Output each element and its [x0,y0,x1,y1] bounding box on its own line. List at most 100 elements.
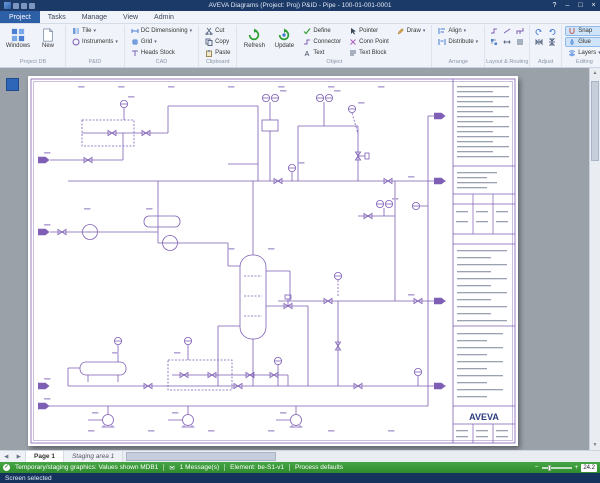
zoom-in-icon[interactable]: + [575,464,579,471]
glue-toggle[interactable]: Glue [565,37,600,47]
drawing-sheet[interactable]: AVEVA [28,76,518,446]
rotate-left-button[interactable] [533,26,545,36]
flip-horizontal-icon [535,38,543,46]
update-button[interactable]: Update [270,26,298,49]
scroll-up-icon[interactable]: ▲ [590,68,600,78]
horizontal-scroll-thumb[interactable] [126,452,276,461]
tab-manage[interactable]: Manage [74,11,115,23]
draw-button[interactable]: Draw ▾ [394,26,429,36]
ribbon-tab-row: Project Tasks Manage View Admin [0,11,600,24]
heads-stock-icon [131,49,139,57]
horizontal-scrollbar[interactable] [123,451,600,462]
window-title: AVEVA Diagrams (Project: Proj) P&ID - Pi… [0,2,600,9]
cut-button[interactable]: Cut [202,26,233,36]
group-label-clipboard: Clipboard [199,58,236,67]
route-style-tree-button[interactable] [514,26,526,36]
maximize-button[interactable]: □ [574,0,587,11]
vertical-scrollbar[interactable]: ▲ ▼ [589,68,600,450]
group-label-layout-routing: Layout & Routing [485,58,529,67]
save-icon[interactable] [13,3,19,9]
route-right-angle-icon [490,27,498,35]
undo-icon[interactable] [21,3,27,9]
group-label-editing: Editing [562,58,600,67]
vertical-scroll-thumb[interactable] [591,81,599,161]
status-defaults: Process defaults [295,464,343,471]
next-page-icon[interactable]: ▶ [17,454,21,460]
route-style-right-angle-button[interactable] [488,26,500,36]
distribute-label: Distribute [448,39,473,45]
text-label: Text [313,50,324,56]
dc-dimensioning-button[interactable]: DC Dimensioning ▾ [128,26,195,36]
route-relayout-button[interactable] [488,37,500,47]
draw-label: Draw [407,28,421,34]
status-separator [163,464,164,471]
instruments-button[interactable]: Instruments ▾ [69,37,121,47]
align-button[interactable]: Align ▾ [435,26,481,36]
update-label: Update [275,43,294,49]
text-block-button[interactable]: Text Block [346,48,392,58]
route-style-straight-button[interactable] [501,26,513,36]
close-button[interactable]: × [587,0,600,11]
zoom-slider[interactable] [542,467,572,469]
page-tab-1[interactable]: Page 1 [26,451,64,462]
tab-tasks[interactable]: Tasks [40,11,74,23]
status-check-icon: ✓ [3,464,10,471]
new-button[interactable]: New [34,26,62,49]
route-options-button[interactable] [514,37,526,47]
minimize-button[interactable]: – [561,0,574,11]
ribbon-group-adjust: Adjust [530,25,562,67]
grid-icon [131,38,139,46]
snap-toggle[interactable]: Snap [565,26,600,36]
ribbon-group-arrange: Align ▾ Distribute ▾ Arrange [432,25,485,67]
flip-horizontal-button[interactable] [533,37,545,47]
flip-vertical-icon [548,38,556,46]
grid-button[interactable]: Grid ▾ [128,37,195,47]
conn-point-button[interactable]: Conn Point [346,37,392,47]
distribute-button[interactable]: Distribute ▾ [435,37,481,47]
previous-page-icon[interactable]: ◀ [4,454,8,460]
scroll-down-icon[interactable]: ▼ [590,440,600,450]
paste-button[interactable]: Paste [202,48,233,58]
redo-icon[interactable] [29,3,35,9]
pointer-button[interactable]: Pointer [346,26,392,36]
quick-access-toolbar [0,2,39,9]
messages-count[interactable]: 1 Message(s) [180,464,219,471]
snap-label: Snap [578,28,592,34]
new-label: New [42,43,54,49]
align-label: Align [448,28,461,34]
help-button[interactable]: ? [548,0,561,11]
rotate-right-button[interactable] [546,26,558,36]
windows-label: Windows [6,43,30,49]
app-icon[interactable] [4,2,11,9]
text-button[interactable]: A Text [300,48,344,58]
tile-icon [72,27,80,35]
route-straight-icon [503,27,511,35]
windows-button[interactable]: Windows [4,26,32,49]
messages-icon: ✉ [169,464,174,472]
tab-admin[interactable]: Admin [146,11,182,23]
text-block-icon [349,49,357,57]
selection-status: Screen selected [5,475,52,482]
window-controls: ? – □ × [548,0,600,11]
zoom-out-icon[interactable]: − [535,464,539,471]
refresh-button[interactable]: Refresh [240,26,268,49]
tab-project[interactable]: Project [0,11,40,23]
align-icon [438,27,446,35]
tab-view[interactable]: View [115,11,146,23]
route-spacing-button[interactable] [501,37,513,47]
conn-point-icon [349,38,357,46]
define-button[interactable]: Define [300,26,344,36]
page-tab-staging[interactable]: Staging area 1 [64,451,123,462]
flip-vertical-button[interactable] [546,37,558,47]
tile-button[interactable]: Tile ▾ [69,26,121,36]
copy-button[interactable]: Copy [202,37,233,47]
layers-button[interactable]: Layers ▾ [565,48,600,58]
ribbon-group-clipboard: Cut Copy Paste Clipboard [199,25,237,67]
shapes-window-toggle[interactable] [6,78,19,91]
zoom-slider-thumb[interactable] [548,465,551,471]
copy-label: Copy [215,39,229,45]
connector-button[interactable]: Connector [300,37,344,47]
define-icon [303,27,311,35]
group-label-adjust: Adjust [530,58,561,67]
heads-stock-button[interactable]: Heads Stock [128,48,195,58]
